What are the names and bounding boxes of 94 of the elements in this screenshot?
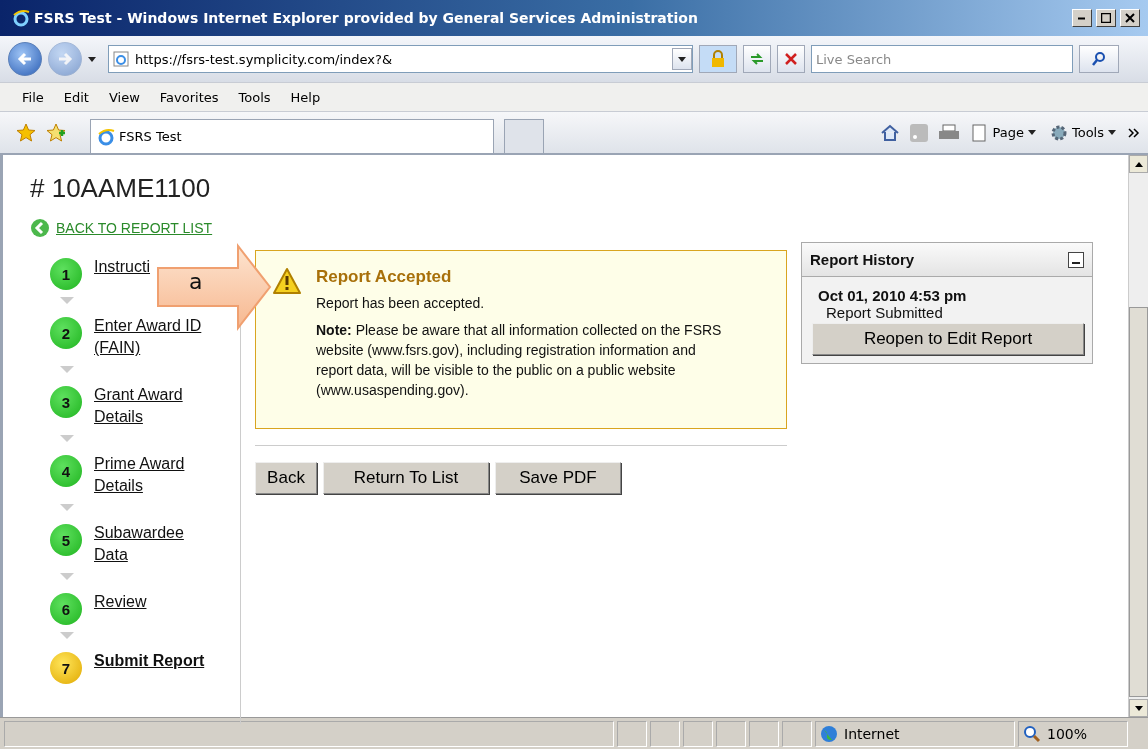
menu-item[interactable]: File bbox=[22, 89, 44, 105]
refresh-button[interactable] bbox=[743, 45, 771, 73]
alert-message: Report has been accepted. bbox=[316, 295, 486, 311]
caret-icon bbox=[678, 56, 686, 62]
page-icon bbox=[972, 123, 989, 142]
page-icon bbox=[113, 51, 129, 67]
command-menu[interactable]: Page bbox=[970, 123, 1038, 142]
menu-item[interactable]: View bbox=[108, 89, 140, 105]
url-text: https://fsrs-test.symplicity.com/index?& bbox=[135, 51, 394, 67]
command-menu[interactable]: Tools bbox=[1047, 123, 1118, 142]
step-link[interactable]: Grant Award Details bbox=[94, 384, 214, 428]
status-pane bbox=[683, 720, 713, 747]
caret-icon bbox=[1027, 130, 1036, 135]
history-date: Oct 01, 2010 4:53 pm bbox=[818, 287, 968, 304]
maximize-button[interactable] bbox=[1096, 9, 1116, 27]
step-number: 1 bbox=[50, 258, 82, 290]
scroll-thumb[interactable] bbox=[1129, 307, 1148, 697]
close-icon bbox=[1125, 13, 1135, 23]
reopen-button[interactable]: Reopen to Edit Report bbox=[812, 323, 1084, 355]
close-button[interactable] bbox=[1120, 9, 1140, 27]
report-number-title: # 10AAME1100 bbox=[30, 173, 212, 204]
minimize-icon[interactable] bbox=[1068, 251, 1084, 268]
lock-button[interactable] bbox=[699, 45, 737, 73]
address-field[interactable]: https://fsrs-test.symplicity.com/index?& bbox=[108, 45, 693, 73]
step-link[interactable]: Subawardee Data bbox=[94, 522, 214, 566]
arrow-left-icon bbox=[17, 51, 33, 67]
status-pane bbox=[650, 720, 680, 747]
panel-title: Report History bbox=[810, 251, 915, 268]
security-zone: Internet bbox=[844, 725, 900, 742]
minimize-button[interactable] bbox=[1072, 9, 1092, 27]
browser-tab[interactable]: FSRS Test bbox=[90, 119, 494, 153]
zoom-icon[interactable] bbox=[1023, 724, 1041, 743]
menu-item[interactable]: Favorites bbox=[159, 89, 219, 105]
chevron-icon bbox=[60, 632, 74, 639]
menu-item[interactable]: Tools bbox=[238, 89, 271, 105]
window-title: FSRS Test - Windows Internet Explorer provided by General Services Administration bbox=[34, 10, 699, 26]
step-link[interactable]: Submit Report bbox=[94, 650, 205, 672]
chevron-icon bbox=[60, 366, 74, 373]
status-pane bbox=[749, 720, 779, 747]
search-button[interactable] bbox=[1079, 45, 1119, 73]
callout-label: a bbox=[189, 269, 203, 294]
maximize-icon bbox=[1101, 13, 1111, 23]
status-pane bbox=[716, 720, 746, 747]
back-to-list-link[interactable]: BACK TO REPORT LIST bbox=[30, 218, 213, 238]
step-link[interactable]: Review bbox=[94, 591, 147, 613]
step-number: 2 bbox=[50, 317, 82, 349]
chevron-icon bbox=[60, 504, 74, 511]
dropdown-button[interactable] bbox=[672, 48, 692, 70]
caret-up-icon bbox=[1134, 161, 1143, 167]
warning-icon bbox=[272, 267, 302, 295]
action-button[interactable]: Back bbox=[255, 462, 317, 494]
globe-icon bbox=[820, 724, 838, 743]
chevron-icon bbox=[60, 435, 74, 442]
scroll-down-button[interactable] bbox=[1129, 699, 1148, 717]
back-button[interactable] bbox=[8, 42, 42, 76]
chevron-icon bbox=[60, 297, 74, 304]
padlock-icon bbox=[710, 50, 726, 68]
dropdown-caret-icon[interactable] bbox=[88, 56, 96, 62]
scrollbar[interactable] bbox=[1128, 155, 1148, 717]
alert-title: Report Accepted bbox=[316, 267, 453, 287]
browser-logo-icon bbox=[97, 127, 115, 146]
action-button[interactable]: Save PDF bbox=[495, 462, 621, 494]
step-link[interactable]: Enter Award ID (FAIN) bbox=[94, 315, 214, 359]
step-number: 7 bbox=[50, 652, 82, 684]
add-star-icon[interactable] bbox=[46, 122, 66, 143]
search-icon bbox=[1091, 51, 1107, 67]
action-button[interactable]: Return To List bbox=[323, 462, 489, 494]
stop-button[interactable] bbox=[777, 45, 805, 73]
close-icon bbox=[785, 53, 797, 65]
step-number: 5 bbox=[50, 524, 82, 556]
menu-item[interactable]: Help bbox=[290, 89, 321, 105]
step-number: 4 bbox=[50, 455, 82, 487]
chevron-right-icon[interactable] bbox=[1128, 127, 1140, 138]
chevron-icon bbox=[60, 573, 74, 580]
star-icon[interactable] bbox=[16, 122, 36, 143]
step-number: 6 bbox=[50, 593, 82, 625]
step-link[interactable]: Prime Award Details bbox=[94, 453, 214, 497]
history-event: Report Submitted bbox=[826, 304, 944, 321]
status-pane bbox=[617, 720, 647, 747]
browser-logo-icon bbox=[12, 9, 30, 27]
home-icon[interactable] bbox=[880, 122, 901, 143]
scroll-up-button[interactable] bbox=[1129, 155, 1148, 173]
alert-note: Note: Please be aware that all information collected on the FSRS website (www.fsrs.gov), including registration information and report data, will be visible to the public on a public website (www.usaspending.gov). bbox=[316, 321, 723, 400]
gear-icon bbox=[1049, 123, 1068, 142]
step-number: 3 bbox=[50, 386, 82, 418]
minimize-icon bbox=[1078, 16, 1086, 20]
menu-item[interactable]: Edit bbox=[63, 89, 89, 105]
search-field[interactable]: Live Search bbox=[811, 45, 1073, 73]
refresh-icon bbox=[749, 51, 765, 67]
step-link[interactable]: Instructi bbox=[94, 256, 150, 278]
caret-down-icon bbox=[1134, 705, 1143, 711]
caret-icon bbox=[1108, 130, 1116, 135]
arrow-right-icon bbox=[57, 51, 73, 67]
status-pane bbox=[782, 720, 812, 747]
